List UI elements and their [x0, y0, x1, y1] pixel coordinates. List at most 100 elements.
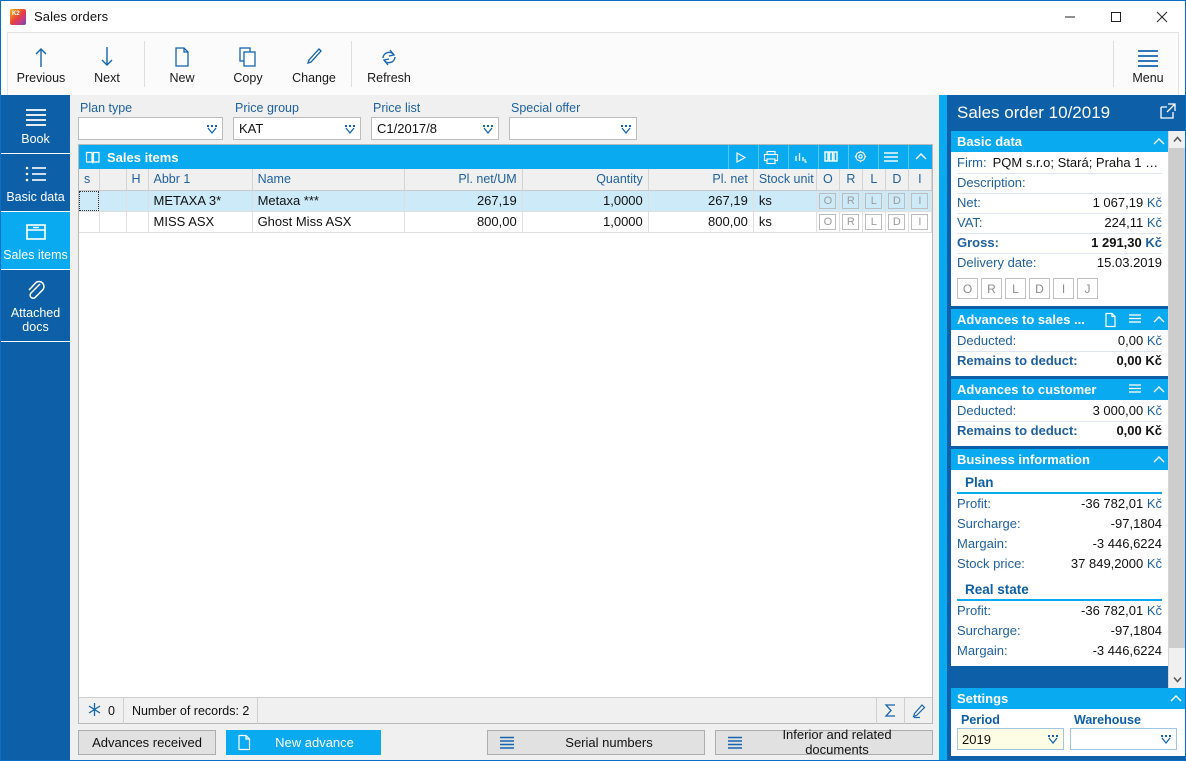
collapse-icon[interactable] — [1166, 688, 1185, 709]
columns-icon[interactable] — [818, 145, 842, 169]
new-document-icon[interactable] — [1101, 309, 1120, 330]
new-button[interactable]: New — [149, 33, 215, 95]
dropdown-icon[interactable] — [1043, 729, 1063, 750]
cell-flag-r[interactable]: R — [839, 211, 863, 233]
cell-flag-d[interactable]: D — [885, 190, 909, 212]
card-advances-to-sales-header[interactable]: Advances to sales ... — [951, 309, 1168, 330]
gear-icon[interactable] — [848, 145, 872, 169]
hamburger-icon[interactable] — [1125, 379, 1144, 400]
table-row[interactable]: METAXA 3* Metaxa *** 267,19 1,0000 267,1… — [79, 190, 933, 212]
cell-quantity[interactable]: 1,0000 — [522, 211, 649, 233]
close-icon[interactable] — [1139, 1, 1185, 32]
right-panel-scrollbar[interactable] — [1168, 131, 1185, 688]
col-header-stock-unit[interactable]: Stock unit — [753, 169, 817, 191]
scroll-up-icon[interactable] — [1169, 131, 1186, 148]
cell-pl-net-um[interactable]: 267,19 — [404, 190, 523, 212]
cell-pl-net[interactable]: 800,00 — [648, 211, 754, 233]
copy-button[interactable]: Copy — [215, 33, 281, 95]
col-header-l[interactable]: L — [862, 169, 886, 191]
cell-flag-o[interactable]: O — [816, 211, 840, 233]
collapse-icon[interactable] — [1149, 131, 1168, 152]
warehouse-input[interactable] — [1070, 728, 1177, 750]
grid-empty-area[interactable] — [79, 232, 932, 697]
col-header-blank[interactable] — [99, 169, 127, 191]
col-header-h[interactable]: H — [126, 169, 149, 191]
col-header-i[interactable]: I — [908, 169, 933, 191]
card-business-information-header[interactable]: Business information — [951, 449, 1168, 470]
hamburger-icon[interactable] — [878, 145, 902, 169]
minimize-icon[interactable] — [1047, 1, 1093, 32]
run-icon[interactable] — [728, 145, 752, 169]
cell-pl-net[interactable]: 267,19 — [648, 190, 754, 212]
sidebar-item-book[interactable]: Book — [1, 96, 70, 154]
cell-flag-d[interactable]: D — [885, 211, 909, 233]
dropdown-icon[interactable] — [340, 118, 360, 139]
sidebar-item-sales-items[interactable]: Sales items — [1, 212, 70, 270]
col-header-r[interactable]: R — [839, 169, 863, 191]
cell-stock-unit[interactable]: ks — [753, 190, 817, 212]
col-header-o[interactable]: O — [816, 169, 840, 191]
cell-s[interactable] — [79, 190, 100, 212]
cell-abbr1[interactable]: MISS ASX — [148, 211, 253, 233]
cell-flag-r[interactable]: R — [839, 190, 863, 212]
col-header-name[interactable]: Name — [252, 169, 405, 191]
inferior-related-documents-button[interactable]: Inferior and related documents — [715, 727, 933, 757]
dropdown-icon[interactable] — [1156, 729, 1176, 750]
refresh-button[interactable]: Refresh — [356, 33, 422, 95]
sidebar-item-attached-docs[interactable]: Attached docs — [1, 270, 70, 342]
new-advance-button[interactable]: New advance — [226, 729, 381, 755]
sigma-icon[interactable] — [876, 697, 904, 724]
flag-i[interactable]: I — [1053, 278, 1074, 299]
collapse-icon[interactable] — [1149, 449, 1168, 470]
advances-received-button[interactable]: Advances received — [78, 729, 216, 755]
table-row[interactable]: MISS ASX Ghost Miss ASX 800,00 1,0000 80… — [79, 211, 933, 233]
change-button[interactable]: Change — [281, 33, 347, 95]
serial-numbers-button[interactable]: Serial numbers — [487, 729, 705, 755]
flag-o[interactable]: O — [957, 278, 978, 299]
previous-button[interactable]: Previous — [8, 33, 74, 95]
dropdown-icon[interactable] — [202, 118, 222, 139]
external-link-icon[interactable] — [1159, 102, 1177, 125]
scroll-down-icon[interactable] — [1169, 671, 1186, 688]
collapse-icon[interactable] — [1149, 379, 1168, 400]
maximize-icon[interactable] — [1093, 1, 1139, 32]
hamburger-icon[interactable] — [1125, 309, 1144, 330]
chart-icon[interactable] — [788, 145, 812, 169]
card-advances-to-customer-header[interactable]: Advances to customer — [951, 379, 1168, 400]
plan-type-input[interactable] — [78, 117, 223, 140]
flag-d[interactable]: D — [1029, 278, 1050, 299]
col-header-s[interactable]: s — [79, 169, 100, 191]
special-offer-input[interactable] — [509, 117, 637, 140]
cell-flag-l[interactable]: L — [862, 211, 886, 233]
cell-stock-unit[interactable]: ks — [753, 211, 817, 233]
cell-h[interactable] — [126, 190, 149, 212]
period-input[interactable]: 2019 — [957, 728, 1064, 750]
settings-header[interactable]: Settings — [951, 688, 1185, 709]
next-button[interactable]: Next — [74, 33, 140, 95]
scrollbar-track[interactable] — [1168, 148, 1185, 671]
dropdown-icon[interactable] — [616, 118, 636, 139]
col-header-d[interactable]: D — [885, 169, 909, 191]
pencil-icon[interactable] — [904, 697, 932, 724]
cell-pl-net-um[interactable]: 800,00 — [404, 211, 523, 233]
cell-blank[interactable] — [99, 211, 127, 233]
flag-l[interactable]: L — [1005, 278, 1026, 299]
cell-s[interactable] — [79, 211, 100, 233]
cell-abbr1[interactable]: METAXA 3* — [148, 190, 253, 212]
flag-j[interactable]: J — [1077, 278, 1098, 299]
scrollbar-thumb[interactable] — [1168, 148, 1185, 648]
cell-flag-o[interactable]: O — [816, 190, 840, 212]
price-group-input[interactable]: KAT — [233, 117, 361, 140]
sidebar-item-basic-data[interactable]: Basic data — [1, 154, 70, 212]
col-header-pl-net-um[interactable]: Pl. net/UM — [404, 169, 523, 191]
cell-h[interactable] — [126, 211, 149, 233]
cell-flag-i[interactable]: I — [908, 211, 933, 233]
filter-status[interactable]: 0 — [79, 697, 124, 724]
collapse-icon[interactable] — [908, 145, 932, 169]
panel-splitter[interactable] — [939, 95, 947, 760]
card-basic-data-header[interactable]: Basic data — [951, 131, 1168, 152]
col-header-quantity[interactable]: Quantity — [522, 169, 649, 191]
cell-flag-i[interactable]: I — [908, 190, 933, 212]
menu-button[interactable]: Menu — [1118, 33, 1178, 95]
dropdown-icon[interactable] — [478, 118, 498, 139]
